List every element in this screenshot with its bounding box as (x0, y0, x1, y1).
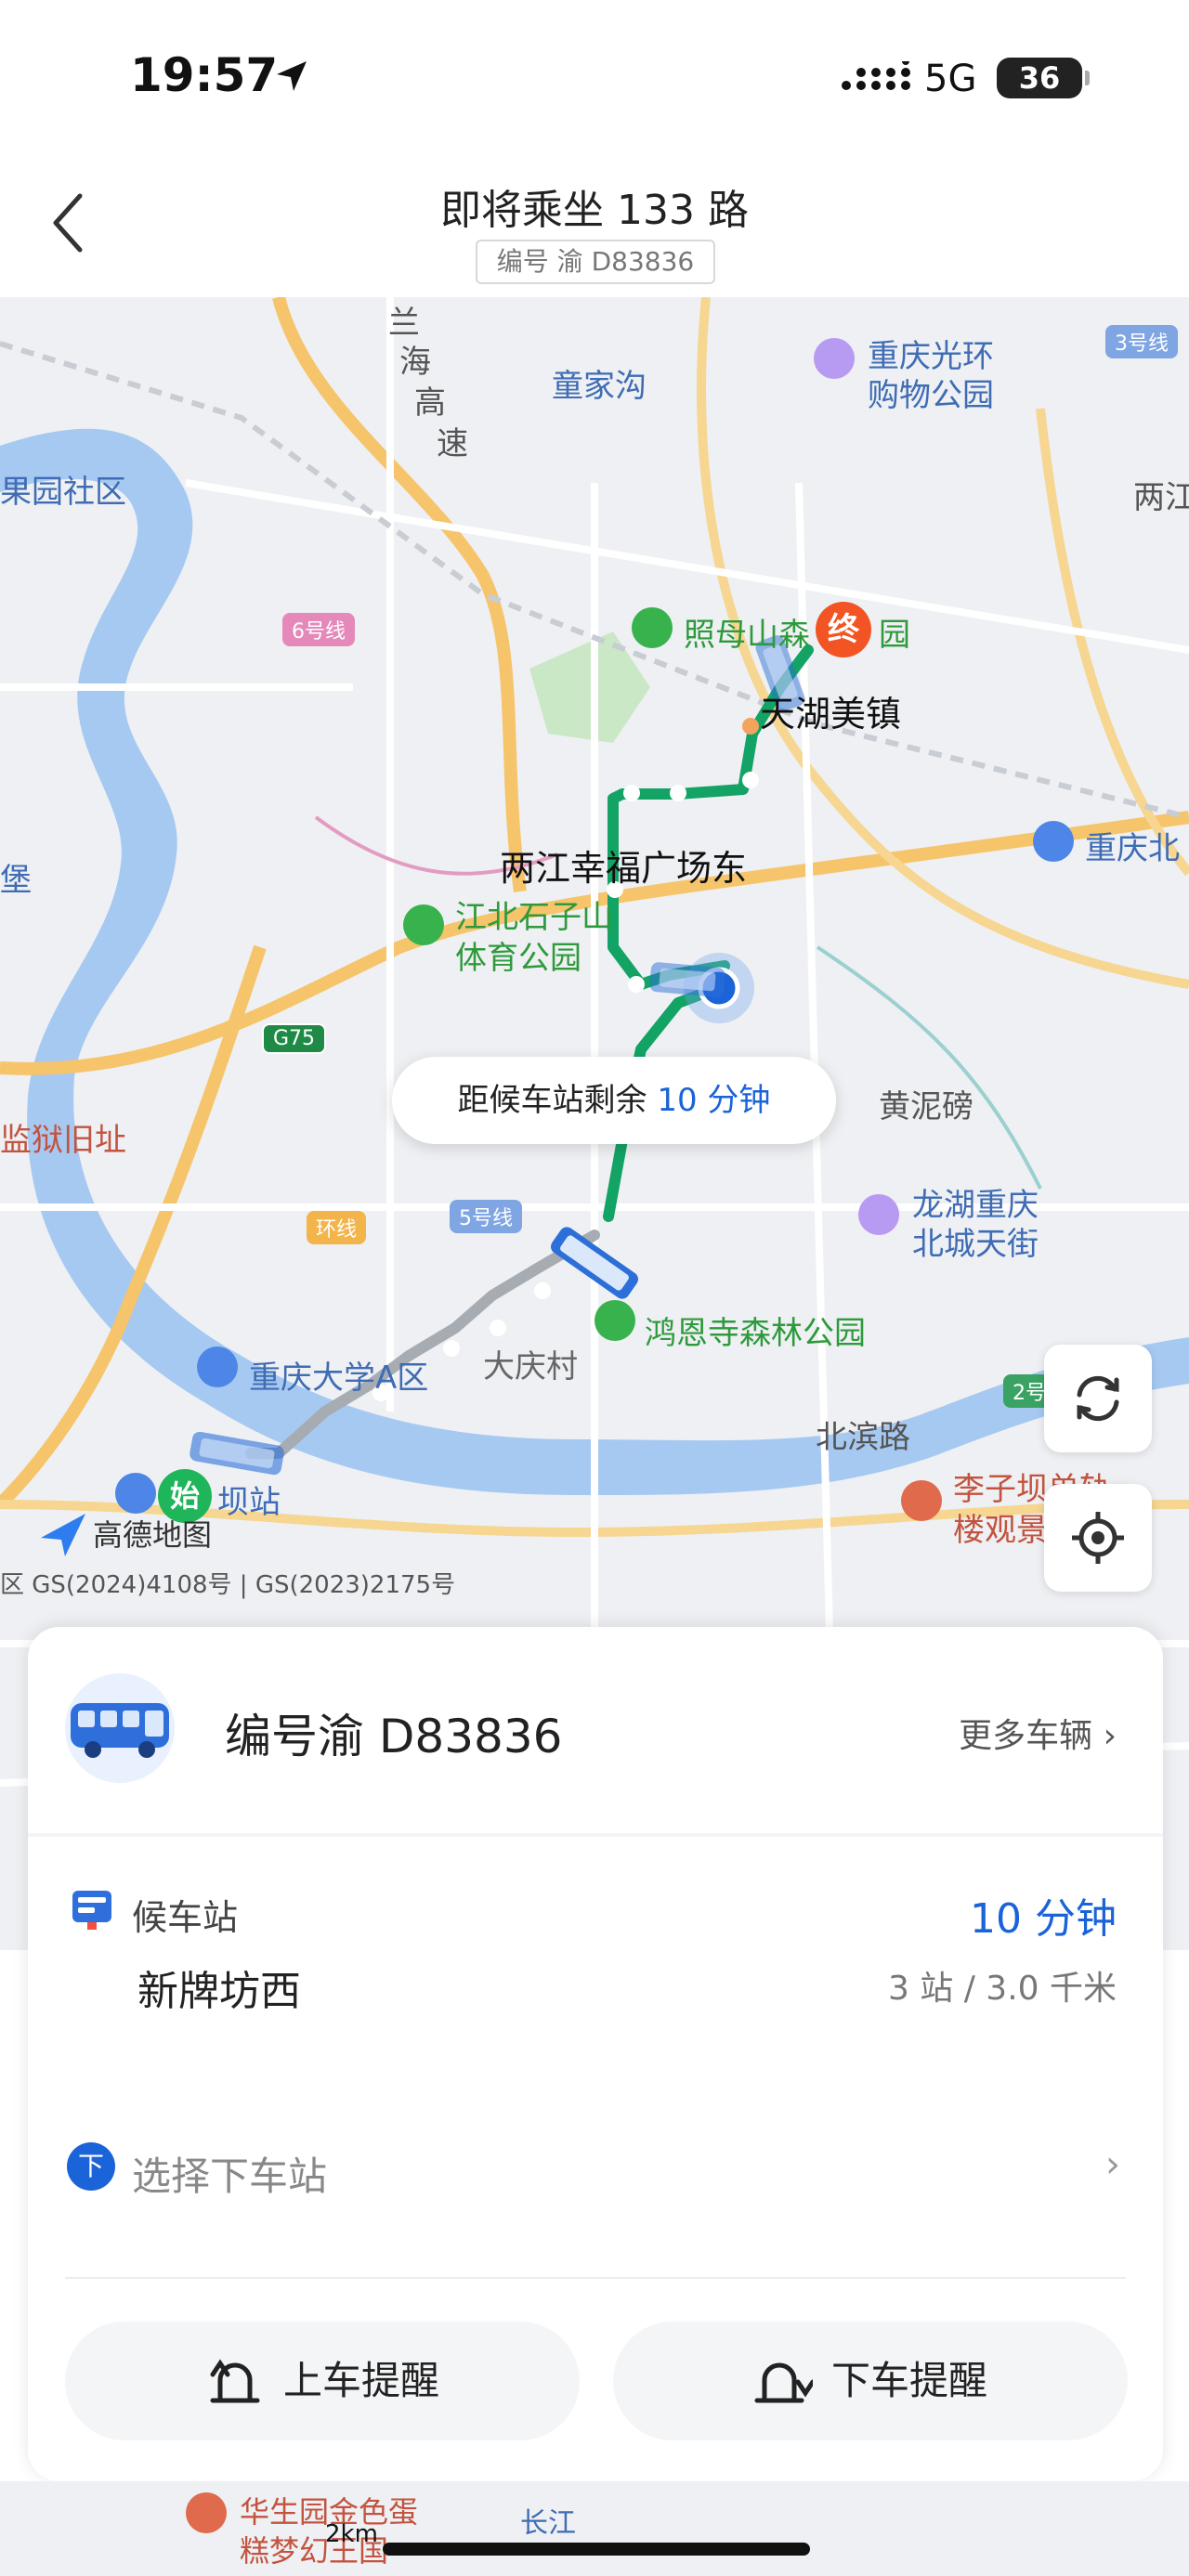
map-label-highway: 高 (414, 384, 446, 422)
divider (65, 2277, 1126, 2279)
location-arrow-icon (277, 61, 307, 91)
battery-indicator: 36 (997, 58, 1090, 98)
park-poi-icon[interactable] (403, 904, 444, 945)
map-label-daqing: 大庆村 (483, 1348, 578, 1386)
map-label-beibin: 北滨路 (816, 1419, 910, 1456)
bus-avatar (65, 1673, 175, 1783)
park-poi-icon[interactable] (632, 607, 673, 648)
map-label-jiangbei[interactable]: 江北石子山 (455, 891, 613, 937)
map-label-zhaomushan[interactable]: 照母山森 (684, 609, 810, 655)
status-time: 19:57 (130, 48, 279, 102)
map-label-park-suffix: 园 (879, 617, 910, 654)
vehicle-header: 编号渝 D83836 更多车辆 › (28, 1627, 1163, 1833)
vehicle-number: 编号渝 D83836 (225, 1710, 563, 1763)
map-label-stop-liangjiang[interactable]: 两江幸福广场东 (500, 839, 747, 891)
amap-logo-text: 高德地图 (93, 1517, 213, 1553)
map-label-origin-stop[interactable]: 坝站 (217, 1477, 281, 1522)
status-bar: 19:57 5G 36 (0, 0, 1189, 158)
bell-up-icon (210, 2358, 260, 2402)
map-bottom-strip: 华生园金色蛋 糕梦幻王国 2km 长江 (0, 2481, 1189, 2576)
map-label-chongqingbei[interactable]: 重庆北 (1085, 823, 1180, 868)
waiting-stop-label: 候车站 (132, 1897, 239, 1938)
locate-crosshair-icon (1072, 1512, 1124, 1564)
choose-alight-stop[interactable]: 选择下车站 (132, 2145, 327, 2202)
bell-down-icon (754, 2362, 813, 2402)
park-poi-icon[interactable] (594, 1300, 635, 1341)
arrival-eta: 10 分钟 (970, 1895, 1117, 1943)
map-label-highway: 速 (437, 425, 468, 462)
bus-stop-sign-icon (72, 1891, 111, 1930)
mall-poi-icon[interactable] (814, 338, 855, 379)
tooltip-eta: 10 分钟 (657, 1082, 771, 1119)
amusement-poi-icon[interactable] (186, 2492, 227, 2533)
map-label-huangnibang: 黄泥磅 (879, 1088, 973, 1125)
ring-line-tag: 环线 (307, 1211, 367, 1244)
boarding-reminder-label: 上车提醒 (282, 2358, 439, 2403)
bus-info-card: 编号渝 D83836 更多车辆 › 候车站 新牌坊西 10 分钟 3 站 / 3… (28, 1627, 1163, 2481)
map-label-tianhu[interactable]: 天湖美镇 (760, 685, 901, 736)
map-label-cqu[interactable]: 重庆大学A区 (249, 1352, 428, 1398)
line-3-tag: 3号线 (1105, 325, 1178, 358)
stops-distance: 3 站 / 3.0 千米 (887, 1970, 1117, 2008)
refresh-button[interactable] (1044, 1345, 1152, 1452)
tooltip-prefix: 距候车站剩余 (457, 1082, 658, 1119)
map-label-lizi[interactable]: 楼观景 (953, 1504, 1048, 1550)
map-scale-label: 2km (325, 2520, 378, 2548)
map-label-liangjiang: 两江 (1133, 479, 1189, 516)
g75-tag: G75 (262, 1023, 327, 1054)
alighting-reminder-button[interactable]: 下车提醒 (613, 2322, 1128, 2440)
signal-icon (842, 61, 910, 90)
waiting-stop-name: 新牌坊西 (137, 1968, 301, 2015)
map-label-tongjiagou: 童家沟 (552, 368, 647, 405)
network-type: 5G (924, 58, 977, 100)
map-label-hongen[interactable]: 鸿恩寺森林公园 (645, 1308, 866, 1353)
scenic-poi-icon[interactable] (901, 1480, 942, 1521)
refresh-icon (1077, 1375, 1119, 1422)
amap-logo-icon (41, 1514, 85, 1556)
plate-number-badge: 编号 渝 D83836 (476, 240, 715, 284)
map-label-jianyu: 监狱旧址 (0, 1122, 126, 1159)
map-label-changjiang: 长江 (520, 2507, 576, 2540)
school-poi-icon[interactable] (197, 1347, 238, 1387)
eta-tooltip: 距候车站剩余 10 分钟 (392, 1057, 836, 1144)
station-poi-icon[interactable] (1033, 821, 1074, 862)
page-header: 即将乘坐 133 路 编号 渝 D83836 (0, 158, 1189, 297)
map-copyright: 区 GS(2024)4108号 | GS(2023)2175号 (0, 1571, 456, 1599)
divider (28, 1833, 1163, 1837)
line-6-tag: 6号线 (282, 613, 355, 646)
map-label-highway: 海 (399, 344, 431, 381)
locate-button[interactable] (1044, 1484, 1152, 1592)
map-label-guanghuan[interactable]: 购物公园 (868, 370, 994, 415)
terminal-stop-badge[interactable]: 终 (816, 602, 871, 657)
alight-badge: 下 (67, 2142, 115, 2191)
chevron-right-icon[interactable]: › (1105, 2143, 1120, 2186)
map-label-longhu[interactable]: 北城天街 (912, 1218, 1039, 1264)
line-5-tag: 5号线 (450, 1200, 522, 1233)
transit-poi-icon[interactable] (115, 1473, 156, 1514)
page-title: 即将乘坐 133 路 (440, 187, 749, 234)
alighting-reminder-label: 下车提醒 (830, 2358, 987, 2403)
map-label-jiangbei[interactable]: 体育公园 (455, 932, 581, 978)
map-label-community: 果园社区 (0, 474, 126, 511)
bus-icon (71, 1703, 169, 1758)
home-indicator[interactable] (383, 2543, 810, 2556)
mall-poi-icon[interactable] (858, 1194, 899, 1235)
boarding-reminder-button[interactable]: 上车提醒 (65, 2322, 580, 2440)
map-label-bao: 堡 (0, 862, 32, 899)
more-vehicles-link[interactable]: 更多车辆 › (959, 1709, 1117, 1757)
